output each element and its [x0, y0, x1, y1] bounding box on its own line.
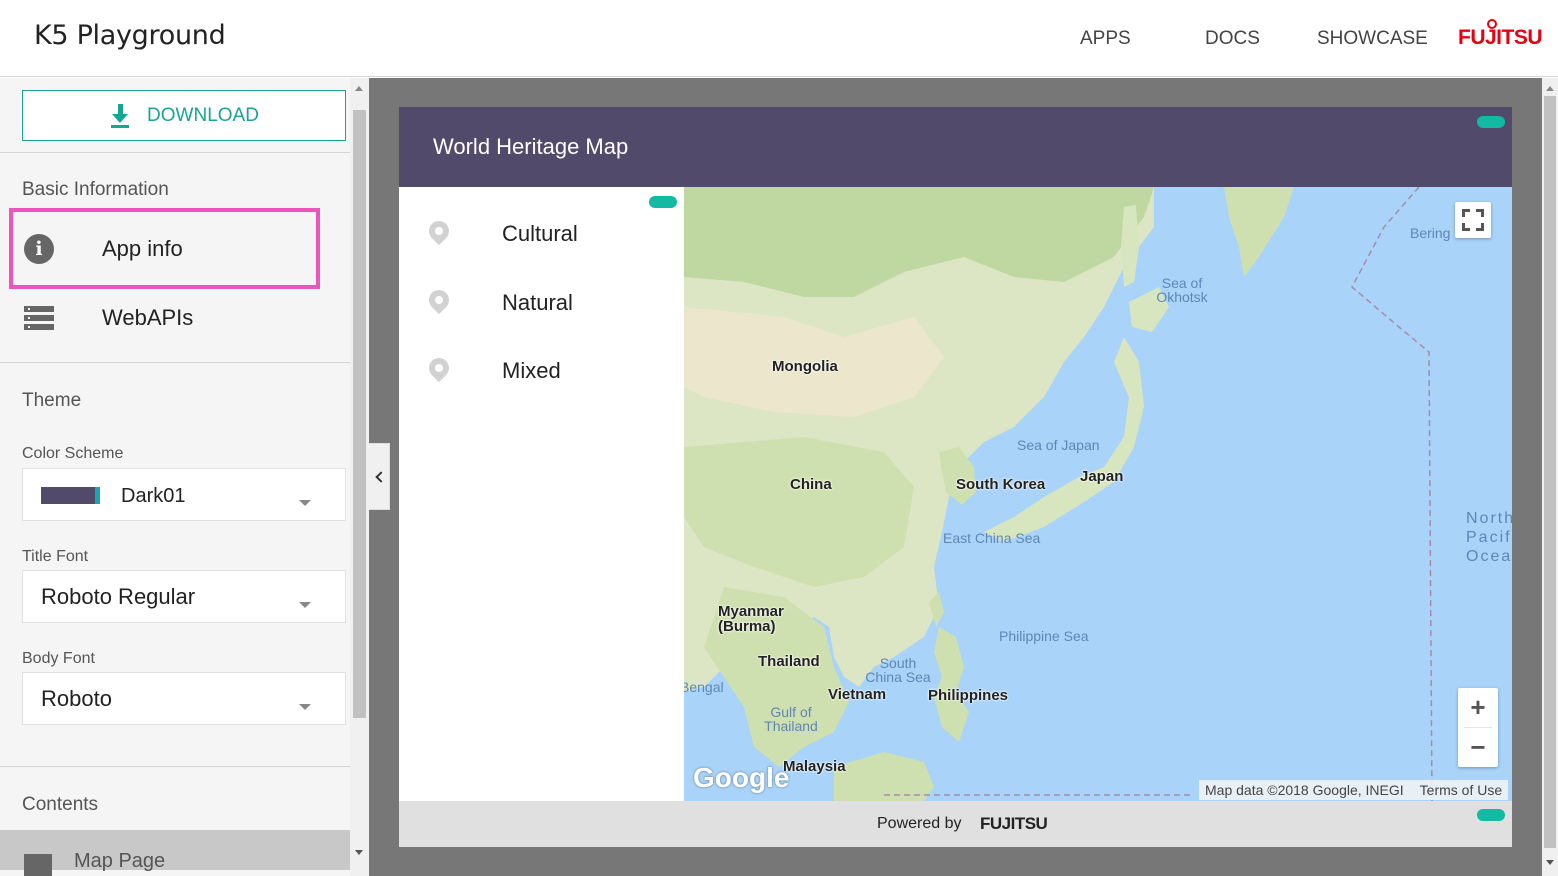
scroll-down-icon[interactable] [355, 850, 363, 855]
sidebar-scrollbar-thumb[interactable] [353, 110, 366, 718]
brand-title[interactable]: K5 Playground [34, 20, 226, 51]
map-label-sea-of-japan: Sea of Japan [1017, 437, 1100, 453]
divider [0, 766, 350, 767]
nav-showcase[interactable]: SHOWCASE [1317, 28, 1428, 50]
map-label-east-china-sea: East China Sea [943, 530, 1041, 546]
contents-item-label: Map Page [74, 850, 166, 872]
terms-of-use-link[interactable]: Terms of Use [1420, 782, 1502, 798]
sidebar: DOWNLOAD Basic Information i App info We… [0, 78, 350, 876]
contents-item-map-page[interactable]: Map Page [0, 830, 350, 876]
map-label-south-china-sea: South China Sea [865, 655, 931, 685]
logo-loop [1487, 19, 1497, 29]
collapse-sidebar-button[interactable] [369, 443, 390, 510]
body-font-select[interactable]: Roboto [22, 672, 346, 725]
map-label-mongolia: Mongolia [772, 358, 838, 375]
map-label-gulf-of-thailand: Gulf of Thailand [764, 704, 818, 734]
map[interactable]: Mongolia China South Korea Japan Myanmar… [684, 187, 1512, 801]
map-label-north-pacific-ocean: North Pacific Ocean [1466, 510, 1512, 565]
title-font-label: Title Font [22, 548, 89, 565]
map-label-south-korea: South Korea [956, 476, 1046, 493]
zoom-in-button[interactable]: + [1458, 688, 1498, 727]
list-item-mixed[interactable]: Mixed [399, 346, 684, 396]
scroll-down-icon[interactable] [1546, 860, 1554, 865]
nav-apps[interactable]: APPS [1080, 28, 1131, 50]
map-pin-icon [424, 216, 454, 246]
map-label-malaysia: Malaysia [783, 758, 846, 775]
zoom-control: + − [1458, 688, 1498, 767]
color-scheme-select[interactable]: Dark01 [22, 468, 346, 521]
list-item-label: Natural [502, 290, 573, 315]
zoom-out-button[interactable]: − [1458, 728, 1498, 767]
app-footer: Powered by FUJITSU [399, 801, 1512, 847]
fujitsu-logo[interactable]: FUJITSU [1458, 19, 1543, 50]
contents-title: Contents [22, 794, 99, 815]
list-item-natural[interactable]: Natural [399, 278, 684, 328]
map-label-bengal: Bengal [684, 679, 724, 695]
fullscreen-button[interactable] [1455, 202, 1491, 238]
fujitsu-logo-text: FUJITSU [1458, 26, 1543, 49]
map-attribution: Map data ©2018 Google, INEGI Terms of Us… [1199, 780, 1509, 800]
map-pin-icon [424, 353, 454, 383]
color-scheme-value: Dark01 [121, 485, 186, 507]
map-label-myanmar: Myanmar (Burma) [718, 603, 784, 635]
app-preview: World Heritage Map Cultural Natural Mixe… [399, 107, 1512, 847]
google-logo[interactable]: Google [693, 762, 789, 794]
footer-fujitsu-logo: FUJITSU [980, 814, 1048, 833]
scroll-up-icon[interactable] [1546, 86, 1554, 91]
map-data-text: Map data ©2018 Google, INEGI [1205, 782, 1404, 798]
page-scrollbar-thumb[interactable] [1544, 96, 1556, 848]
download-label: DOWNLOAD [147, 104, 259, 126]
title-font-select[interactable]: Roboto Regular [22, 570, 346, 623]
body-font-value: Roboto [41, 686, 112, 711]
chevron-down-icon [299, 602, 311, 608]
title-font-value: Roboto Regular [41, 584, 196, 609]
map-label-philippine-sea: Philippine Sea [999, 628, 1089, 644]
color-scheme-label: Color Scheme [22, 445, 124, 462]
map-label-philippines: Philippines [928, 687, 1009, 704]
list-item-label: Cultural [502, 221, 578, 246]
body-font-label: Body Font [22, 650, 95, 667]
chevron-left-icon [375, 470, 387, 483]
download-button[interactable]: DOWNLOAD [22, 90, 346, 141]
edit-handle[interactable] [1477, 809, 1505, 821]
map-label-sea-of-okhotsk: Sea of Okhotsk [1156, 275, 1208, 305]
sidebar-item-webapis[interactable]: WebAPIs [22, 293, 322, 343]
list-icon [24, 306, 54, 330]
highlight-box [9, 208, 320, 289]
map-label-vietnam: Vietnam [828, 686, 887, 703]
chevron-down-icon [299, 704, 311, 710]
edit-handle[interactable] [649, 196, 677, 208]
list-item-cultural[interactable]: Cultural [399, 209, 684, 259]
map-pin-icon [424, 285, 454, 315]
sidebar-item-label: WebAPIs [102, 305, 194, 330]
nav-docs[interactable]: DOCS [1205, 28, 1260, 50]
app-title: World Heritage Map [433, 134, 629, 159]
page-icon [24, 854, 52, 876]
map-label-thailand: Thailand [758, 653, 820, 670]
app-header: World Heritage Map [399, 107, 1512, 187]
powered-by-text: Powered by [877, 815, 962, 832]
basic-information-title: Basic Information [22, 179, 169, 200]
download-icon [109, 103, 131, 129]
color-swatch [41, 487, 100, 504]
divider [0, 362, 350, 363]
theme-title: Theme [22, 390, 82, 411]
category-list: Cultural Natural Mixed [399, 187, 684, 801]
list-item-label: Mixed [502, 358, 561, 383]
chevron-down-icon [299, 500, 311, 506]
top-bar: K5 Playground APPS DOCS SHOWCASE FUJITSU [0, 0, 1558, 77]
scroll-up-icon[interactable] [355, 86, 363, 91]
divider [0, 152, 350, 153]
map-label-china: China [790, 476, 832, 493]
edit-handle[interactable] [1477, 116, 1505, 128]
map-label-japan: Japan [1080, 468, 1124, 485]
